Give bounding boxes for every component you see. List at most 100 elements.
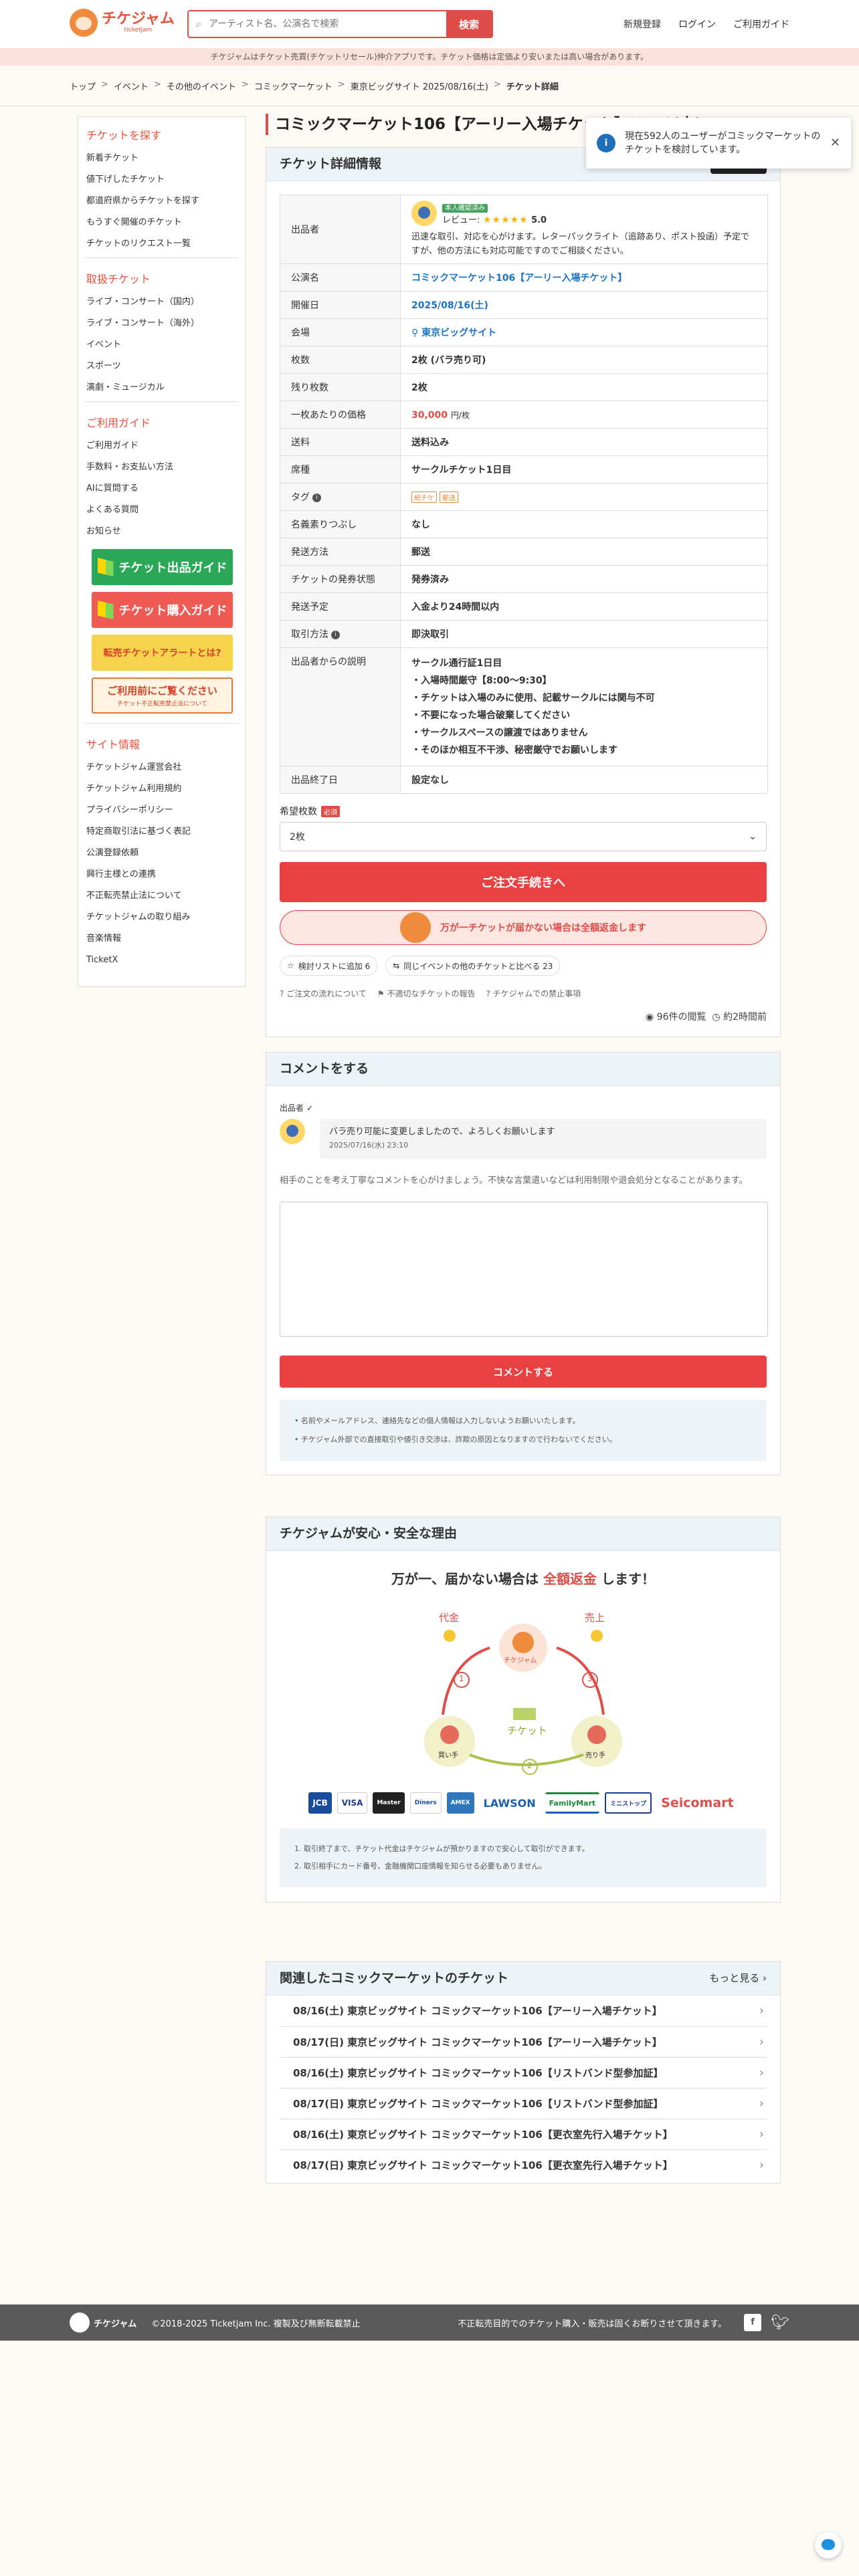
sidebar-item[interactable]: チケットのリクエスト一覧 bbox=[78, 233, 245, 255]
site-logo[interactable]: チケジャム ticketjam bbox=[70, 9, 175, 37]
venue-cell[interactable]: ⚲ 東京ビッグサイト bbox=[400, 318, 768, 346]
refund-banner[interactable]: 万が一チケットが届かない場合は全額返金します bbox=[280, 910, 767, 945]
escrow-diagram: 代金 売上 チケジャム チケット 買い手 売り手 1 3 2 bbox=[369, 1601, 677, 1782]
sidebar-item[interactable]: 演劇・ミュージカル bbox=[78, 377, 245, 399]
breadcrumb-item[interactable]: 東京ビッグサイト 2025/08/16(土) bbox=[351, 80, 488, 92]
breadcrumb-item[interactable]: トップ bbox=[70, 80, 96, 92]
sidebar-item[interactable]: 興行主様との連携 bbox=[78, 864, 245, 885]
sidebar-item[interactable]: チケットジャムの取り組み bbox=[78, 907, 245, 928]
row-key: 送料 bbox=[280, 428, 401, 456]
breadcrumb-item[interactable]: その他のイベント bbox=[167, 80, 236, 92]
register-link[interactable]: 新規登録 bbox=[624, 17, 661, 31]
sidebar-item[interactable]: 都道府県からチケットを探す bbox=[78, 191, 245, 212]
diagram-label: 売り手 bbox=[585, 1752, 605, 1759]
breadcrumb: トップ > イベント > その他のイベント > コミックマーケット > 東京ビッグサイト… bbox=[70, 80, 559, 92]
tag-chip: 郵送 bbox=[440, 491, 458, 503]
event-name-link[interactable]: コミックマーケット106【アーリー入場チケット】 bbox=[400, 263, 768, 292]
more-link[interactable]: もっと見る › bbox=[709, 1962, 767, 1994]
chat-button[interactable] bbox=[815, 2532, 842, 2559]
guide-link[interactable]: ご利用ガイド bbox=[733, 17, 789, 31]
sidebar-item[interactable]: チケットジャム利用規約 bbox=[78, 778, 245, 800]
sidebar-item[interactable]: 音楽情報 bbox=[78, 928, 245, 950]
sidebar-item[interactable]: 新着チケット bbox=[78, 148, 245, 169]
note-text: 取引終了まで、チケット代金はチケジャムが預かりますので安心して取引ができます。 bbox=[304, 1844, 589, 1853]
card-title: チケジャムが安心・安全な理由 bbox=[266, 1517, 780, 1551]
sidebar-item[interactable]: イベント bbox=[78, 334, 245, 356]
rating-value[interactable]: 5.0 bbox=[531, 215, 547, 225]
sidebar-item[interactable]: プライバシーポリシー bbox=[78, 800, 245, 821]
sidebar-item[interactable]: チケットジャム運営会社 bbox=[78, 757, 245, 778]
sidebar-item[interactable]: 不正転売禁止法について bbox=[78, 885, 245, 907]
note-item: 2. 取引相手にカード番号、金融機関口座情報を知らせる必要もありません。 bbox=[294, 1862, 547, 1870]
info-icon: i bbox=[597, 134, 615, 152]
sidebar-item[interactable]: 手数料・お支払い方法 bbox=[78, 457, 245, 478]
search-button[interactable]: 検索 bbox=[446, 11, 492, 37]
safety-headline: 万が一、届かない場合は 全額返金 します！ bbox=[266, 1568, 780, 1588]
venue-link[interactable]: 東京ビッグサイト bbox=[421, 328, 496, 338]
related-ticket-item[interactable]: 08/16(土) 東京ビッグサイト コミックマーケット106【アーリー入場チケッ… bbox=[280, 1996, 767, 2026]
sidebar-item[interactable]: AIに質問する bbox=[78, 478, 245, 500]
seller-avatar[interactable] bbox=[411, 201, 437, 226]
info-icon[interactable]: i bbox=[331, 630, 340, 639]
related-ticket-item[interactable]: 08/17(日) 東京ビッグサイト コミックマーケット106【リストバンド型参加… bbox=[280, 2088, 767, 2119]
headline-pre: 万が一、届かない場合は bbox=[391, 1571, 539, 1587]
facebook-icon[interactable]: f bbox=[744, 2314, 762, 2331]
link-text: チケジャムでの禁止事項 bbox=[492, 989, 581, 998]
comment-notes: • 名前やメールアドレス、連絡先などの個人情報は入力しないようお願いいたします。… bbox=[280, 1400, 767, 1461]
comment-card: コメントをする 出品者 ✓ バラ売り可能に変更しましたので、よろしくお願いします 2… bbox=[266, 1052, 781, 1475]
close-icon[interactable]: ✕ bbox=[830, 136, 840, 150]
sidebar-item[interactable]: 特定商取引法に基づく表記 bbox=[78, 821, 245, 843]
sidebar-item[interactable]: 値下げしたチケット bbox=[78, 169, 245, 191]
wishlist-button[interactable]: ☆ 検討リストに追加 6 bbox=[280, 956, 378, 976]
sidebar-item[interactable]: ご利用ガイド bbox=[78, 435, 245, 457]
report-link[interactable]: ⚑ 不適切なチケットの報告 bbox=[377, 988, 476, 999]
order-flow-link[interactable]: ? ご注文の流れについて bbox=[280, 988, 367, 999]
sidebar-item[interactable]: TicketX bbox=[78, 950, 245, 971]
buy-guide-banner[interactable]: チケット購入ガイド bbox=[92, 592, 233, 628]
alert-banner[interactable]: 転売チケットアラートとは? bbox=[92, 635, 233, 671]
sidebar-item[interactable]: もうすぐ開催のチケット bbox=[78, 212, 245, 233]
row-key: タグ i bbox=[280, 483, 401, 511]
comment-textarea[interactable] bbox=[280, 1202, 768, 1337]
event-date-link[interactable]: 2025/08/16(土) bbox=[400, 291, 768, 319]
detail-table: 出品者 本人確認済み レビュー: ★★★★★ 5.0 迅速な取引、対応を心がけま… bbox=[280, 195, 768, 794]
author-label: 出品者 bbox=[280, 1103, 304, 1113]
sidebar-item[interactable]: ライブ・コンサート（国内） bbox=[78, 292, 245, 313]
sell-guide-banner[interactable]: チケット出品ガイド bbox=[92, 549, 233, 585]
sidebar-item[interactable]: 公演登録依頼 bbox=[78, 843, 245, 864]
sidebar-item[interactable]: スポーツ bbox=[78, 356, 245, 377]
table-row: 出品者からの説明 サークル通行証1日目 ・入場時間厳守【8:00〜9:30】 ・… bbox=[280, 647, 768, 766]
sidebar-item[interactable]: よくある質問 bbox=[78, 500, 245, 521]
sidebar-item[interactable]: お知らせ bbox=[78, 521, 245, 542]
comment-submit-button[interactable]: コメントする bbox=[280, 1356, 767, 1388]
avatar bbox=[280, 1119, 305, 1144]
related-ticket-item[interactable]: 08/17(日) 東京ビッグサイト コミックマーケット106【更衣室先行入場チケ… bbox=[280, 2149, 767, 2181]
refund-text: 万が一チケットが届かない場合は全額返金します bbox=[440, 923, 646, 934]
login-link[interactable]: ログイン bbox=[678, 17, 716, 31]
quantity-select[interactable]: 2枚 ⌄ bbox=[280, 822, 767, 851]
copyright: ©2018-2025 Ticketjam Inc. 複製及び無断転載禁止 bbox=[151, 2319, 361, 2329]
info-icon[interactable]: i bbox=[312, 493, 321, 502]
safety-notes: 1. 取引終了まで、チケット代金はチケジャムが預かりますので安心して取引ができま… bbox=[280, 1828, 767, 1887]
quantity-value: 2枚 bbox=[290, 832, 305, 843]
seller-notes: サークル通行証1日目 ・入場時間厳守【8:00〜9:30】 ・チケットは入場のみ… bbox=[400, 647, 768, 766]
prohibited-link[interactable]: ? チケジャムでの禁止事項 bbox=[486, 988, 581, 999]
order-button[interactable]: ご注文手続きへ bbox=[280, 862, 767, 902]
related-ticket-item[interactable]: 08/17(日) 東京ビッグサイト コミックマーケット106【アーリー入場チケッ… bbox=[280, 2026, 767, 2058]
search-input[interactable] bbox=[209, 11, 446, 37]
flag-icon: ⚑ bbox=[377, 989, 385, 998]
logo-mascot-icon bbox=[70, 2313, 90, 2333]
breadcrumb-item[interactable]: コミックマーケット bbox=[254, 80, 332, 92]
sidebar-item[interactable]: ライブ・コンサート（海外） bbox=[78, 313, 245, 334]
caution-banner[interactable]: ご利用前にご覧ください チケット不正転売禁止法について bbox=[92, 677, 233, 714]
related-ticket-item[interactable]: 08/16(土) 東京ビッグサイト コミックマーケット106【更衣室先行入場チケ… bbox=[280, 2119, 767, 2150]
wishlist-label: 検討リストに追加 6 bbox=[298, 961, 371, 971]
breadcrumb-item[interactable]: イベント bbox=[114, 80, 149, 92]
footer-logo[interactable]: チケジャム bbox=[70, 2313, 136, 2333]
compare-button[interactable]: ⇆ 同じイベントの他のチケットと比べる 23 bbox=[385, 956, 561, 976]
card-title: 関連したコミックマーケットのチケット もっと見る › bbox=[266, 1962, 780, 1996]
twitter-icon[interactable]: 🐦︎ bbox=[771, 2315, 789, 2331]
sidebar-divider bbox=[85, 401, 238, 402]
related-ticket-item[interactable]: 08/16(土) 東京ビッグサイト コミックマーケット106【リストバンド型参加… bbox=[280, 2057, 767, 2088]
link-text: ご注文の流れについて bbox=[286, 989, 367, 998]
